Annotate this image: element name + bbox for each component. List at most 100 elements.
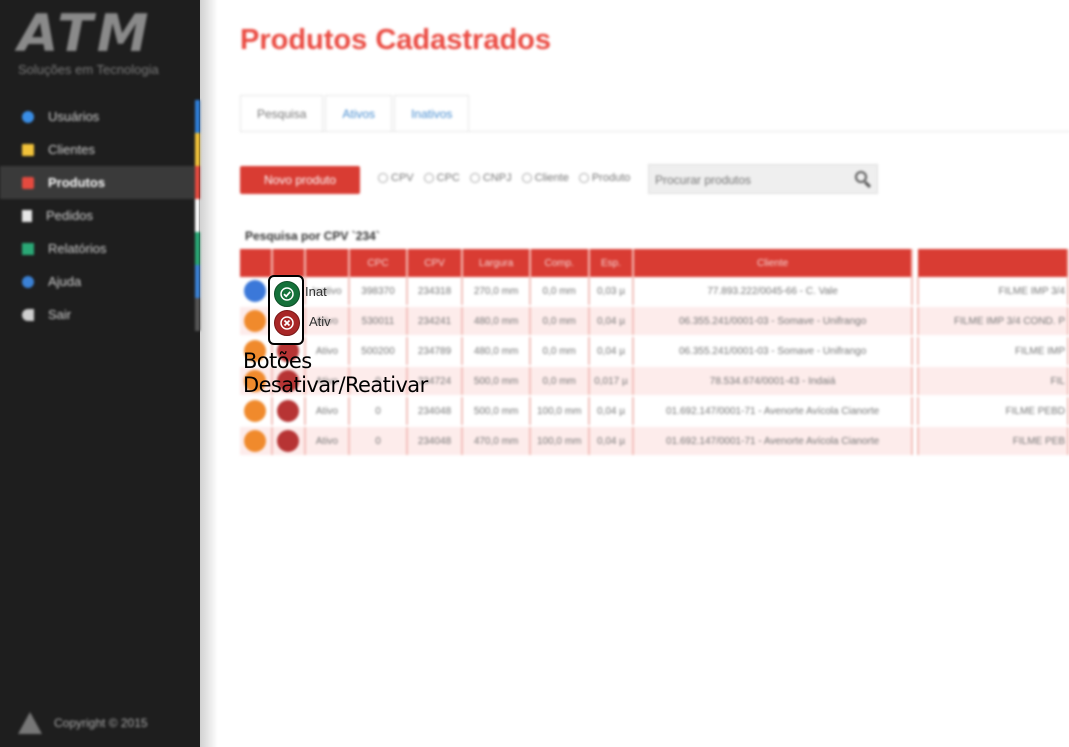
status-cell: Ativo <box>304 396 351 427</box>
copyright: Copyright © 2015 <box>54 716 148 730</box>
edit-icon[interactable] <box>244 280 267 302</box>
radio-icon <box>423 173 434 183</box>
sidebar-item-pedidos[interactable]: Pedidos <box>0 199 200 232</box>
esp-cell: 0,04 µ <box>588 426 635 457</box>
esp-cell: 0,04 µ <box>588 306 635 337</box>
sidebar-item-label: Pedidos <box>46 208 93 223</box>
sidebar-item-produtos[interactable]: Produtos <box>0 166 200 199</box>
table-header: CPC CPV Largura Comp. Esp. Cliente <box>240 249 1069 277</box>
tab-pesquisa[interactable]: Pesquisa <box>240 95 324 133</box>
sidebar-item-relatorios[interactable]: Relatórios <box>0 232 200 265</box>
filter-cpv[interactable]: CPV <box>378 172 414 184</box>
status-label-inactive: Inat <box>305 284 327 299</box>
produto-cell: FILME PEBD <box>917 396 1069 427</box>
table-row[interactable]: Ativo 530011 234241 480,0 mm 0,0 mm 0,04… <box>240 306 1069 337</box>
status-label-active: Ativ <box>309 314 331 329</box>
cpv-cell: 234048 <box>406 396 464 427</box>
largura-cell: 270,0 mm <box>462 277 531 307</box>
esp-cell: 0,017 µ <box>588 366 635 397</box>
col-header-edit <box>240 249 273 277</box>
deactivate-button[interactable] <box>274 310 300 336</box>
cliente-cell: 06.355.241/0001-03 - Somave - Unifrango <box>633 306 913 337</box>
cliente-cell: 78.534.674/0001-43 - Indaiá <box>633 366 913 397</box>
table-row[interactable]: Ativo 0 234048 470,0 mm 100,0 mm 0,04 µ … <box>240 426 1069 457</box>
edit-cell <box>240 426 273 457</box>
filter-cliente[interactable]: Cliente <box>521 172 569 184</box>
tab-inativos[interactable]: Inativos <box>394 95 470 132</box>
comp-cell: 0,0 mm <box>529 336 590 367</box>
cliente-cell: 01.692.147/0001-71 - Avenorte Avícola Ci… <box>633 426 913 457</box>
col-header-esp: Esp. <box>588 249 635 277</box>
sidebar-item-label: Usuários <box>48 109 100 124</box>
largura-cell: 470,0 mm <box>462 426 531 457</box>
sidebar-item-sair[interactable]: Sair <box>0 298 200 331</box>
sidebar-item-usuarios[interactable]: Usuários <box>0 100 200 133</box>
filter-label: Cliente <box>534 172 569 184</box>
filter-produto[interactable]: Produto <box>578 172 631 184</box>
comp-cell: 0,0 mm <box>529 277 590 307</box>
filter-label: CPV <box>391 172 414 184</box>
sidebar: ATM Soluções em Tecnologia Usuários Clie… <box>0 0 200 747</box>
help-icon <box>22 275 34 288</box>
envelope-icon <box>22 143 34 156</box>
cpv-cell: 234318 <box>406 277 464 307</box>
filter-label: CNPJ <box>482 172 512 184</box>
esp-cell: 0,03 µ <box>588 277 635 307</box>
cliente-cell: 01.692.147/0001-71 - Avenorte Avícola Ci… <box>633 396 913 427</box>
filter-label: Produto <box>591 172 631 184</box>
col-header-comp: Comp. <box>529 249 590 277</box>
product-icon <box>22 176 34 189</box>
cpv-cell: 234048 <box>406 426 464 457</box>
table-row[interactable]: Ativo 0 234048 500,0 mm 100,0 mm 0,04 µ … <box>240 396 1069 427</box>
cpc-cell: 0 <box>349 396 408 427</box>
cliente-cell: 06.355.241/0001-03 - Somave - Unifrango <box>633 336 913 367</box>
edit-cell <box>240 396 273 427</box>
new-product-button[interactable]: Novo produto <box>240 166 360 194</box>
filter-cpc[interactable]: CPC <box>423 172 460 184</box>
edit-icon[interactable] <box>244 310 267 332</box>
sidebar-item-label: Relatórios <box>48 241 107 256</box>
comp-cell: 100,0 mm <box>529 426 590 457</box>
esp-cell: 0,04 µ <box>588 336 635 367</box>
sidebar-item-ajuda[interactable]: Ajuda <box>0 265 200 298</box>
edit-cell <box>240 277 273 307</box>
cliente-cell: 77.893.222/0045-66 - C. Vale <box>633 277 913 307</box>
largura-cell: 500,0 mm <box>462 366 531 397</box>
filter-cnpj[interactable]: CNPJ <box>469 172 512 184</box>
radio-icon <box>378 173 388 183</box>
page-title: Produtos Cadastrados <box>240 24 551 56</box>
cpc-cell: 398370 <box>349 277 408 307</box>
produto-cell: FILME IMP 3/4 COND. P <box>917 306 1069 337</box>
annotation-caption: Botões Desativar/Reativar <box>243 349 428 397</box>
document-icon <box>22 209 32 222</box>
toggle-cell <box>271 396 306 427</box>
user-icon <box>22 110 34 123</box>
edit-icon[interactable] <box>244 400 267 422</box>
close-icon[interactable] <box>277 430 300 452</box>
reactivate-button[interactable] <box>274 281 300 307</box>
sidebar-item-label: Produtos <box>48 175 106 190</box>
col-header-toggle <box>271 249 306 277</box>
edit-icon[interactable] <box>244 430 267 452</box>
search-box <box>648 164 878 195</box>
col-header-cpv: CPV <box>406 249 464 277</box>
col-header-largura: Largura <box>462 249 531 277</box>
comp-cell: 0,0 mm <box>529 306 590 337</box>
tab-ativos[interactable]: Ativos <box>325 95 393 132</box>
produto-cell: FIL <box>917 366 1069 397</box>
sidebar-item-clientes[interactable]: Clientes <box>0 133 200 166</box>
tabs-divider <box>240 131 1069 132</box>
table-row[interactable]: Inativo 398370 234318 270,0 mm 0,0 mm 0,… <box>240 277 1069 307</box>
search-input[interactable] <box>649 165 837 195</box>
footer: Copyright © 2015 <box>18 712 148 734</box>
sidebar-item-label: Clientes <box>48 142 95 157</box>
toggle-cell <box>271 426 306 457</box>
col-header-cliente: Cliente <box>633 249 913 277</box>
filter-label: CPC <box>436 172 460 184</box>
cpv-cell: 234241 <box>406 306 464 337</box>
largura-cell: 480,0 mm <box>462 336 531 367</box>
close-icon[interactable] <box>277 400 300 422</box>
produto-cell: FILME PEB <box>917 426 1069 457</box>
search-icon-handle <box>863 180 872 189</box>
logo-text: ATM <box>18 4 153 64</box>
